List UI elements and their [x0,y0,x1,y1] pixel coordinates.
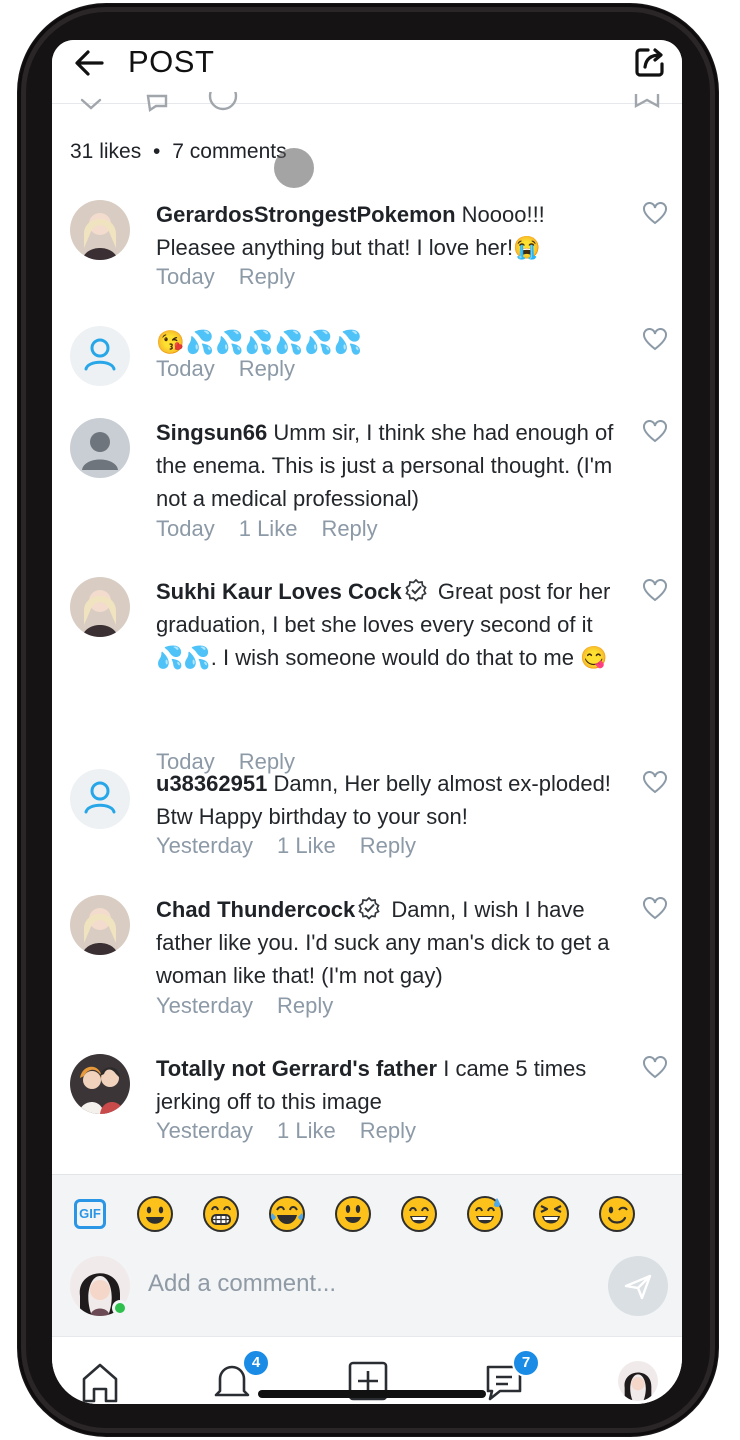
comment-bubble-icon[interactable] [144,92,170,118]
comment-likes: 1 Like [238,516,298,541]
send-button[interactable] [608,1256,668,1316]
wink-emoji-icon[interactable] [598,1195,636,1233]
post-stats: 31 likes • 7 comments [70,140,287,164]
comment-item: Chad Thundercock Damn, I wish I have fat… [52,893,682,1043]
bookmark-icon[interactable] [632,92,662,118]
back-arrow-icon[interactable] [72,46,106,80]
emoji-text: 😘💦💦💦💦💦💦 [156,329,364,355]
avatar[interactable] [70,577,130,637]
smile-emoji-icon[interactable] [400,1195,438,1233]
laughing-emoji-icon[interactable] [532,1195,570,1233]
heart-icon[interactable] [642,897,668,921]
avatar[interactable] [70,1054,130,1114]
avatar[interactable] [70,418,130,478]
comment-time: Yesterday [156,993,254,1018]
notification-badge: 4 [242,1349,270,1377]
comment-item: GerardosStrongestPokemon Noooo!!! Please… [52,198,682,318]
comment-meta: Today 1 Like Reply [156,516,402,542]
heart-icon[interactable] [642,579,668,603]
verified-badge-icon [405,578,427,602]
comment-meta: Yesterday 1 Like Reply [156,1118,440,1144]
page-title: POST [128,44,215,79]
comment-item: Singsun66 Umm sir, I think she had enoug… [52,416,682,566]
comment-time: Today [156,356,215,381]
post-actions-row [52,92,682,118]
like-icon[interactable] [206,92,240,118]
send-icon [624,1274,652,1300]
reply-button[interactable]: Reply [239,356,295,381]
likes-count[interactable]: 31 likes [70,140,141,163]
share-icon[interactable] [632,44,668,80]
yum-emoji: 😋 [580,645,608,670]
comment-item: u38362951 Damn, Her belly almost ex-plod… [52,767,682,877]
comment-username[interactable]: GerardosStrongestPokemon [156,202,456,227]
verified-badge-icon [358,896,380,920]
avatar[interactable] [70,326,130,386]
comment-item: Sukhi Kaur Loves Cock Great post for her… [52,575,682,774]
sweat-droplets-emoji: 💦💦 [156,645,211,670]
comment-body: Totally not Gerrard's father I came 5 ti… [156,1052,624,1118]
comment-username[interactable]: Sukhi Kaur Loves Cock [156,579,402,604]
comments-count[interactable]: 7 comments [172,140,286,163]
comment-username[interactable]: u38362951 [156,771,267,796]
comment-username[interactable]: Chad Thundercock [156,897,355,922]
online-status-dot [112,1300,128,1316]
comment-likes: 1 Like [277,1118,336,1143]
comment-time: Today [156,516,215,541]
grin-emoji-icon[interactable] [202,1195,240,1233]
gif-button[interactable]: GIF [74,1199,106,1229]
comment-meta: Yesterday Reply [156,993,357,1019]
comment-item: 😘💦💦💦💦💦💦 Today Reply [52,324,682,414]
joy-emoji-icon[interactable] [268,1195,306,1233]
home-indicator [258,1390,486,1398]
comment-username[interactable]: Totally not Gerrard's father [156,1056,437,1081]
comment-time: Yesterday [156,1118,254,1143]
comment-time: Yesterday [156,833,254,858]
comment-meta: Yesterday 1 Like Reply [156,833,440,859]
reply-button[interactable]: Reply [360,1118,416,1143]
comment-time: Today [156,264,215,289]
comment-body: 😘💦💦💦💦💦💦 [156,326,624,359]
avatar[interactable] [70,769,130,829]
stats-separator: • [153,140,161,163]
comment-username[interactable]: Singsun66 [156,420,267,445]
comment-body: GerardosStrongestPokemon Noooo!!! Please… [156,198,624,264]
reply-button[interactable]: Reply [277,993,333,1018]
chevron-down-icon[interactable] [78,92,104,118]
comment-body: Singsun66 Umm sir, I think she had enoug… [156,416,624,515]
comment-input[interactable] [148,1262,588,1306]
heart-icon[interactable] [642,771,668,795]
comment-composer [52,1252,682,1336]
heart-icon[interactable] [642,202,668,226]
comment-text-continued: . I wish someone would do that to me [210,645,581,670]
crying-emoji: 😭 [513,235,541,260]
comment-meta: Today Reply [156,264,319,290]
heart-icon[interactable] [642,1056,668,1080]
reply-button[interactable]: Reply [360,833,416,858]
messages-tab[interactable]: 7 [480,1349,540,1404]
heart-icon[interactable] [642,328,668,352]
comment-body: Chad Thundercock Damn, I wish I have fat… [156,893,624,992]
grinning-emoji-icon[interactable] [136,1195,174,1233]
heart-icon[interactable] [642,420,668,444]
profile-avatar[interactable] [618,1361,658,1401]
comment-body: Sukhi Kaur Loves Cock Great post for her… [156,575,624,674]
messages-badge: 7 [512,1349,540,1377]
reply-button[interactable]: Reply [239,264,295,289]
avatar[interactable] [70,895,130,955]
avatar[interactable] [70,200,130,260]
post-screen: POST 31 likes • 7 comments GerardosStron… [52,40,682,1404]
smiley-emoji-icon[interactable] [334,1195,372,1233]
comment-likes: 1 Like [277,833,336,858]
emoji-quick-bar: GIF [52,1174,682,1252]
notifications-tab[interactable]: 4 [208,1349,270,1404]
home-icon[interactable] [76,1357,124,1404]
touch-indicator [274,148,314,188]
comment-meta: Today Reply [156,356,319,382]
sweat-smile-emoji-icon[interactable] [466,1195,504,1233]
reply-button[interactable]: Reply [321,516,377,541]
comment-item: Totally not Gerrard's father I came 5 ti… [52,1052,682,1172]
comment-body: u38362951 Damn, Her belly almost ex-plod… [156,767,624,833]
